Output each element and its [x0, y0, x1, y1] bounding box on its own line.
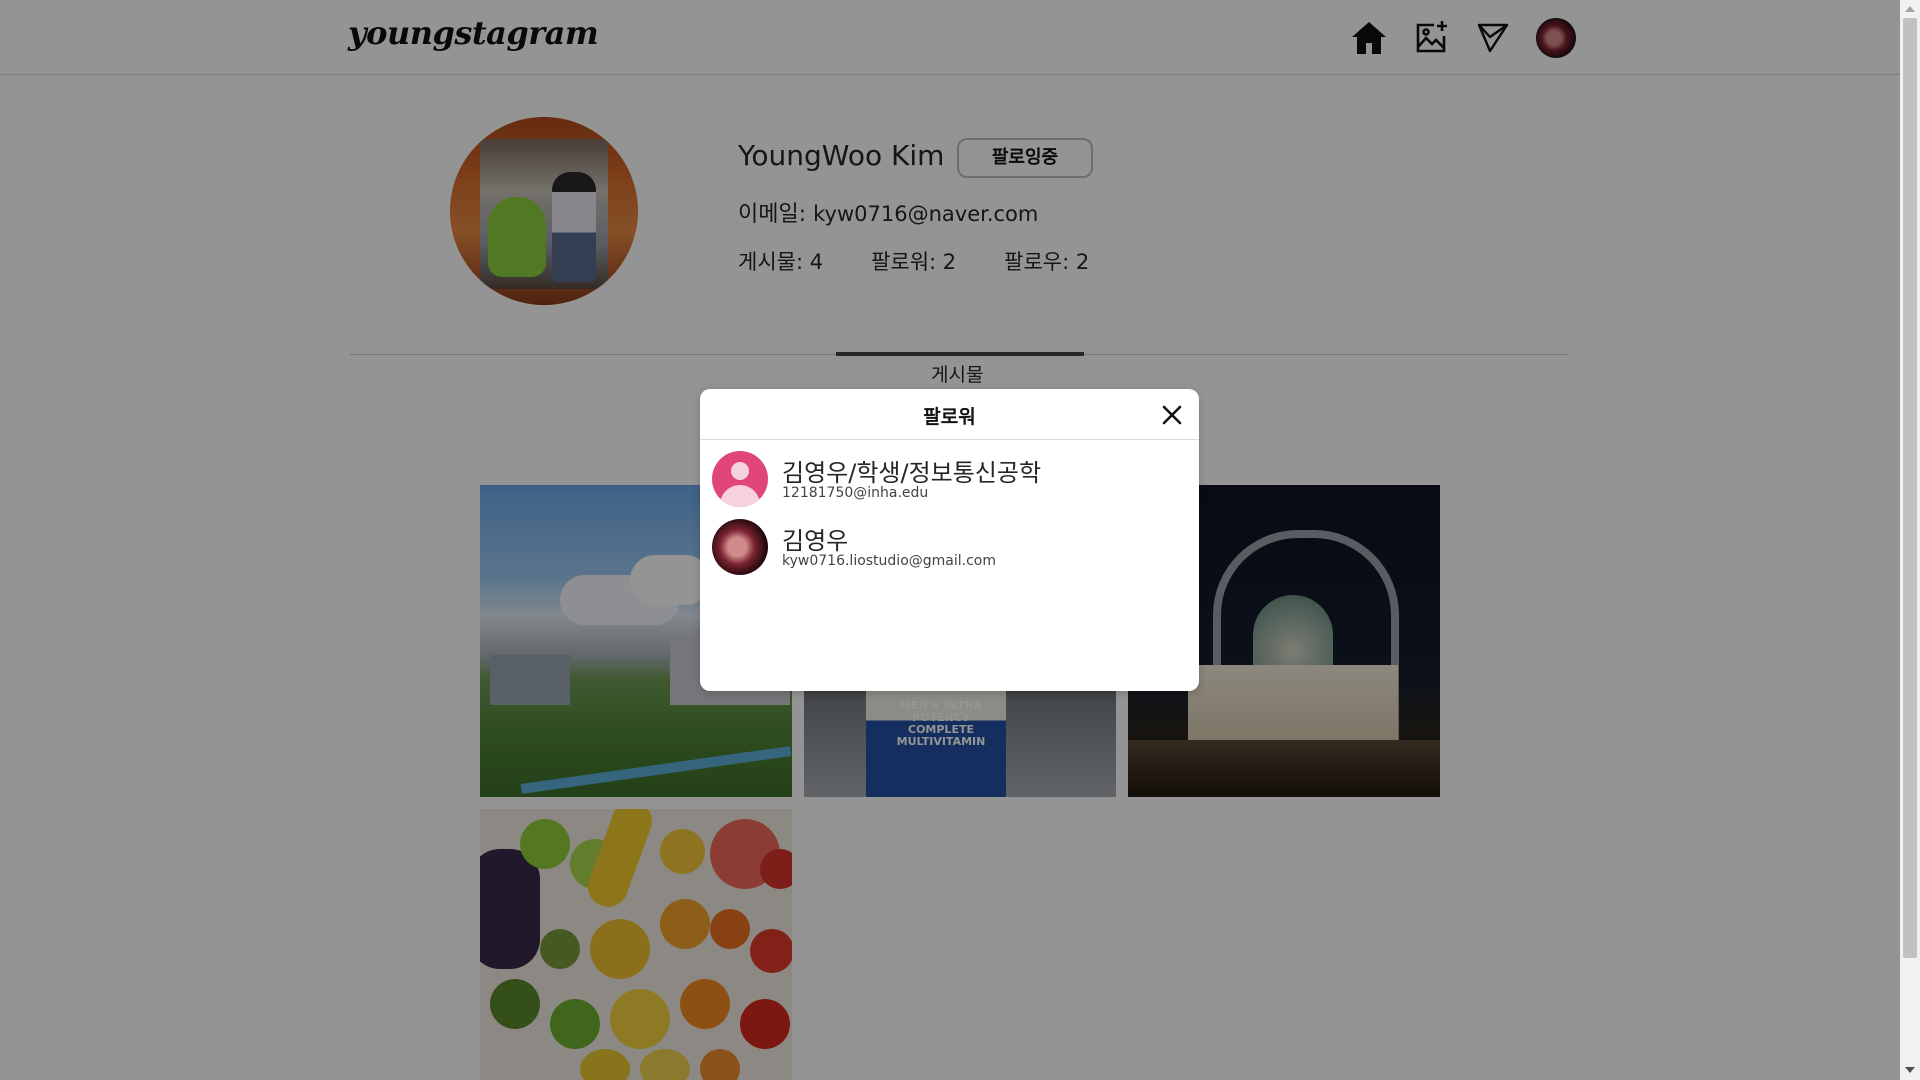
profile-page: youngstagram YoungWoo Kim 팔로잉중 이메일: kyw0… [0, 0, 1900, 1080]
followers-modal: 팔로워 김영우/학생/정보통신공학 12181750@inha.edu 김영우 … [700, 389, 1199, 691]
page-scrollbar[interactable] [1900, 0, 1920, 1080]
follower-item[interactable]: 김영우/학생/정보통신공학 12181750@inha.edu [712, 451, 1182, 509]
follower-item[interactable]: 김영우 kyw0716.liostudio@gmail.com [712, 519, 1182, 577]
close-icon[interactable] [1159, 402, 1185, 428]
follower-email: kyw0716.liostudio@gmail.com [782, 553, 996, 569]
default-avatar-icon [712, 451, 768, 507]
follower-email: 12181750@inha.edu [782, 485, 929, 501]
follower-name: 김영우 [782, 527, 849, 555]
follower-avatar [712, 519, 768, 575]
scroll-up-arrow-icon[interactable] [1905, 6, 1915, 12]
modal-header: 팔로워 [700, 389, 1199, 440]
scroll-down-arrow-icon[interactable] [1905, 1067, 1915, 1073]
follower-name: 김영우/학생/정보통신공학 [782, 459, 1042, 487]
scroll-thumb[interactable] [1903, 18, 1917, 958]
modal-title: 팔로워 [923, 406, 976, 428]
